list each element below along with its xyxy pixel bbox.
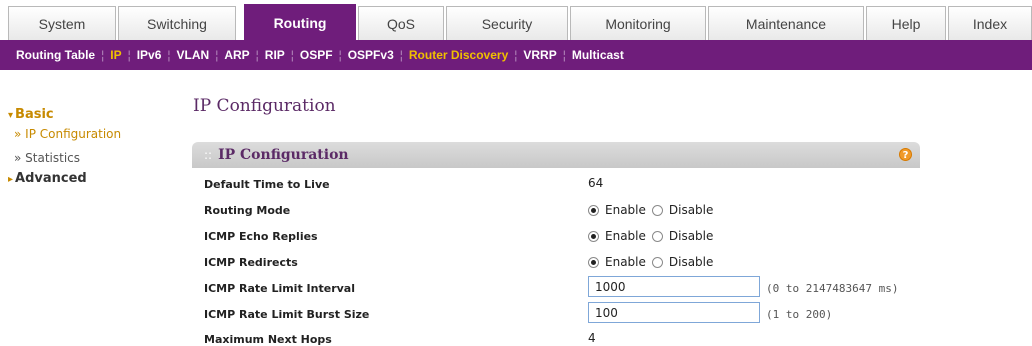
routing-submenu: Routing Table ¦ IP ¦ IPv6 ¦ VLAN ¦ ARP ¦…: [0, 40, 1032, 70]
rate-limit-interval-hint: (0 to 2147483647 ms): [766, 282, 899, 295]
submenu-vrrp[interactable]: VRRP: [517, 48, 562, 62]
submenu-ospfv3[interactable]: OSPFv3: [342, 48, 400, 62]
nav-advanced[interactable]: ▸ Advanced: [8, 171, 87, 186]
ttl-value: 64: [588, 176, 604, 190]
tab-security[interactable]: Security: [446, 6, 568, 40]
routing-mode-radio-group: Enable Disable: [588, 203, 719, 217]
submenu-ospf[interactable]: OSPF: [294, 48, 339, 62]
icmp-redirects-disable-radio[interactable]: [651, 256, 663, 268]
disable-label: Disable: [668, 229, 714, 243]
main-tab-bar: System Switching Routing QoS Security Mo…: [0, 0, 1032, 40]
tab-routing[interactable]: Routing: [244, 4, 356, 40]
submenu-ipv6[interactable]: IPv6: [131, 48, 168, 62]
disable-label: Disable: [668, 203, 714, 217]
nav-statistics[interactable]: » Statistics: [14, 151, 80, 165]
nav-basic-label: Basic: [15, 107, 54, 122]
enable-label: Enable: [605, 255, 646, 269]
panel-header: :: IP Configuration ?: [192, 142, 920, 168]
chevron-down-icon: ▾: [8, 110, 14, 121]
left-navigation: ▾ Basic » IP Configuration » Statistics ▸…: [0, 70, 186, 345]
max-next-hops-value: 4: [588, 331, 596, 345]
submenu-router-discovery[interactable]: Router Discovery: [403, 48, 514, 62]
enable-label: Enable: [605, 229, 646, 243]
routing-mode-disable-radio[interactable]: [651, 204, 663, 216]
chevron-right-icon: ▸: [8, 174, 14, 185]
tab-index[interactable]: Index: [948, 6, 1032, 40]
nav-basic[interactable]: ▾ Basic: [8, 107, 54, 122]
burst-size-input[interactable]: [588, 302, 760, 323]
rate-limit-interval-label: ICMP Rate Limit Interval: [204, 282, 355, 295]
panel-title: IP Configuration: [218, 147, 349, 163]
icmp-redirects-label: ICMP Redirects: [204, 256, 298, 269]
rate-limit-interval-input[interactable]: [588, 276, 760, 297]
tab-maintenance[interactable]: Maintenance: [708, 6, 864, 40]
submenu-ip[interactable]: IP: [104, 48, 127, 62]
tab-help[interactable]: Help: [866, 6, 946, 40]
icmp-redirects-radio-group: Enable Disable: [588, 255, 719, 269]
nav-advanced-label: Advanced: [15, 171, 87, 186]
icmp-echo-disable-radio[interactable]: [651, 230, 663, 242]
icmp-echo-enable-radio[interactable]: [588, 230, 599, 242]
icmp-echo-radio-group: Enable Disable: [588, 229, 719, 243]
nav-ip-configuration[interactable]: » IP Configuration: [14, 127, 121, 141]
tab-switching[interactable]: Switching: [118, 6, 236, 40]
tab-system[interactable]: System: [8, 6, 116, 40]
submenu-routing-table[interactable]: Routing Table: [10, 48, 101, 62]
icmp-echo-label: ICMP Echo Replies: [204, 230, 318, 243]
routing-mode-enable-radio[interactable]: [588, 204, 599, 216]
help-icon[interactable]: ?: [899, 148, 912, 161]
submenu-vlan[interactable]: VLAN: [171, 48, 216, 62]
icmp-redirects-enable-radio[interactable]: [588, 256, 599, 268]
submenu-multicast[interactable]: Multicast: [566, 48, 630, 62]
submenu-arp[interactable]: ARP: [218, 48, 255, 62]
tab-monitoring[interactable]: Monitoring: [570, 6, 706, 40]
ttl-label: Default Time to Live: [204, 178, 330, 191]
burst-size-label: ICMP Rate Limit Burst Size: [204, 308, 370, 321]
grip-icon: ::: [204, 148, 213, 162]
page-title: IP Configuration: [193, 96, 336, 116]
max-next-hops-label: Maximum Next Hops: [204, 333, 332, 346]
tab-qos[interactable]: QoS: [358, 6, 444, 40]
enable-label: Enable: [605, 203, 646, 217]
disable-label: Disable: [668, 255, 714, 269]
routing-mode-label: Routing Mode: [204, 204, 291, 217]
burst-size-hint: (1 to 200): [766, 308, 833, 321]
submenu-rip[interactable]: RIP: [259, 48, 291, 62]
